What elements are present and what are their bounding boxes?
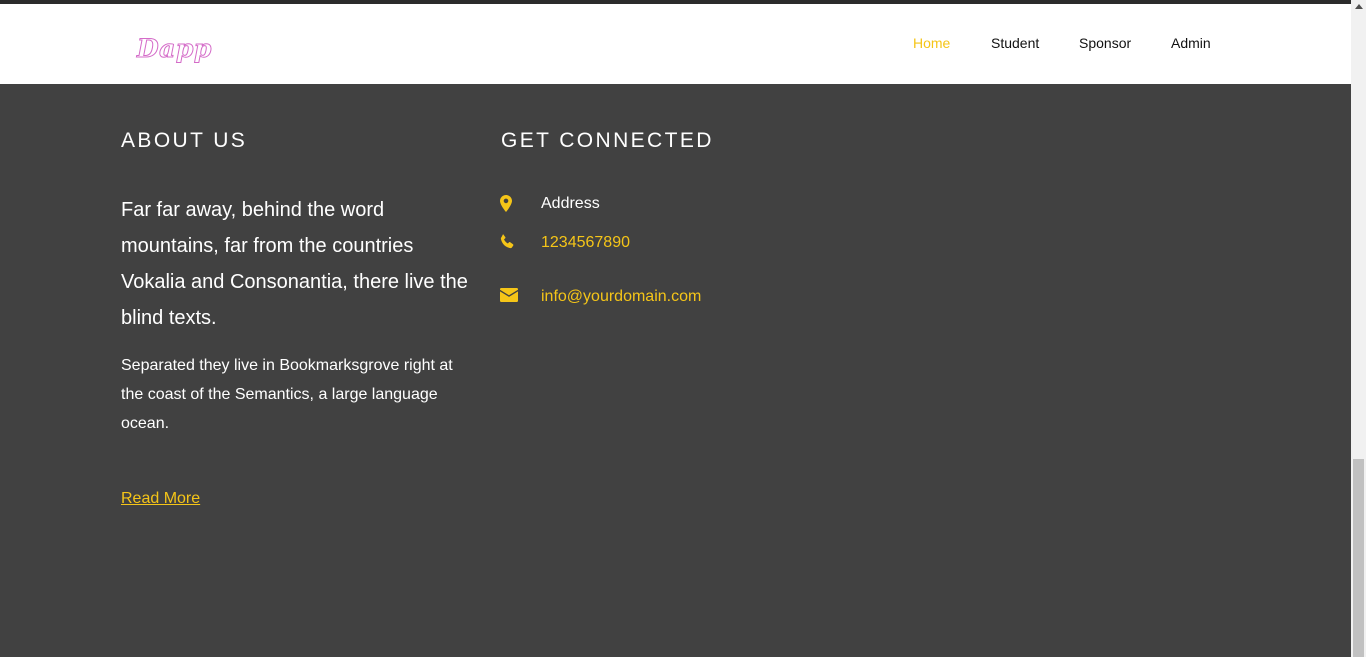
map-marker-icon	[500, 195, 520, 213]
about-lead-text: Far far away, behind the word mountains,…	[121, 199, 468, 329]
address-text: Address	[541, 195, 600, 212]
envelope-icon	[500, 288, 520, 306]
nav-item-admin[interactable]: Admin	[1171, 35, 1211, 51]
nav-item-student[interactable]: Student	[991, 35, 1039, 51]
read-more-link[interactable]: Read More	[121, 490, 200, 508]
brand-logo[interactable]: Dapp	[137, 34, 212, 64]
scrollbar-thumb[interactable]	[1353, 459, 1364, 657]
about-paragraph: Separated they live in Bookmarksgrove ri…	[121, 357, 453, 432]
navbar: Dapp Home Student Sponsor Admin	[0, 4, 1351, 84]
footer-section: ABOUT US Far far away, behind the word m…	[0, 84, 1351, 657]
vertical-scrollbar[interactable]	[1351, 0, 1366, 657]
phone-link[interactable]: 1234567890	[541, 234, 630, 252]
nav-item-home[interactable]: Home	[913, 35, 950, 51]
scroll-up-arrow-icon[interactable]	[1355, 4, 1363, 9]
about-heading: ABOUT US	[121, 129, 248, 152]
connect-heading: GET CONNECTED	[501, 129, 714, 152]
email-link[interactable]: info@yourdomain.com	[541, 288, 701, 306]
phone-icon	[500, 234, 520, 252]
nav-item-sponsor[interactable]: Sponsor	[1079, 35, 1131, 51]
